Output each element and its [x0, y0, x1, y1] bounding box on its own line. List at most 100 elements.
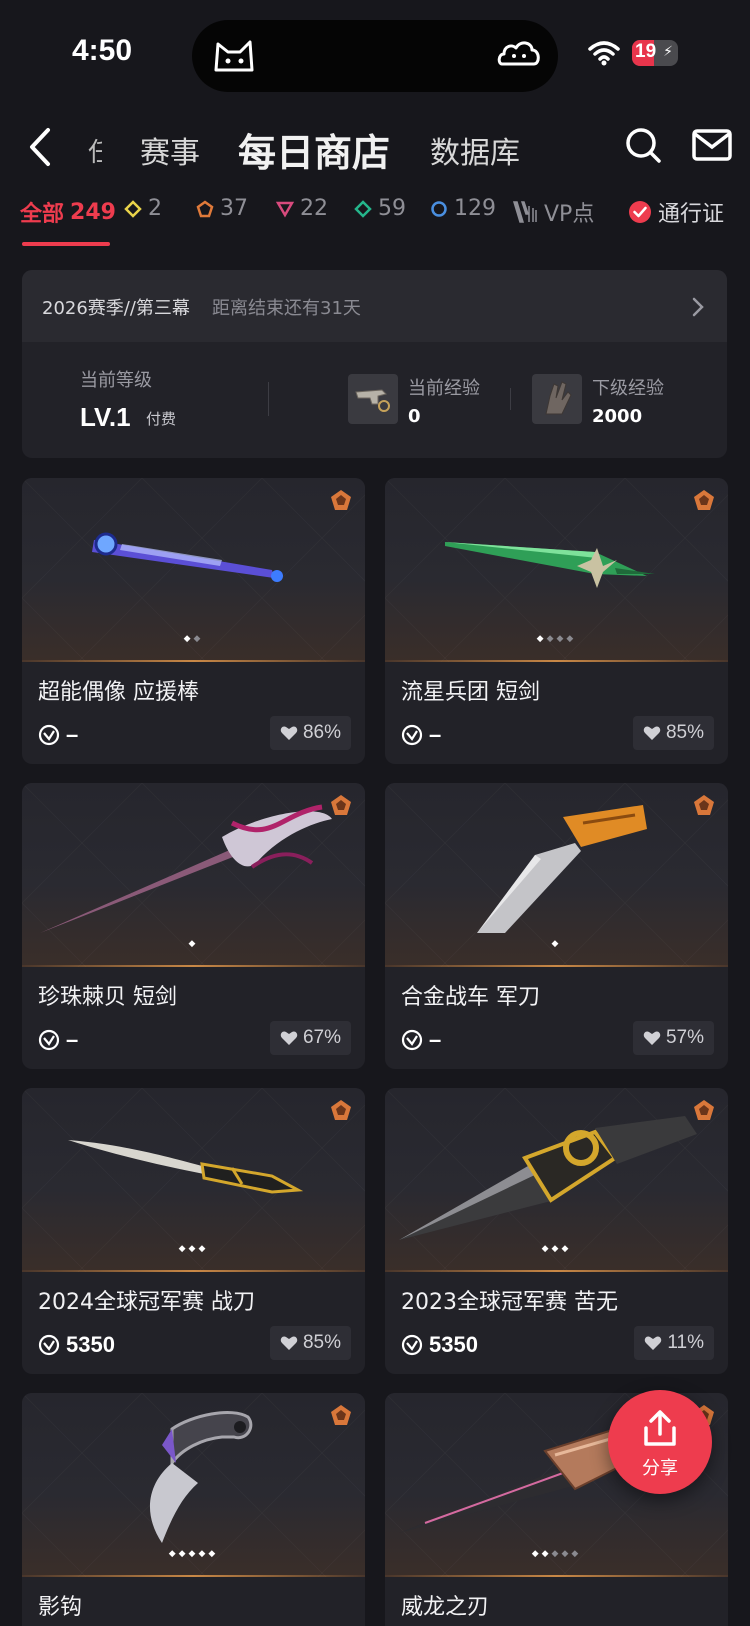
- premium-tier-icon: [694, 795, 714, 815]
- filter-tier-premium[interactable]: 37: [196, 196, 248, 221]
- top-nav: 任 赛事 每日商店 数据库: [0, 110, 750, 186]
- filter-pass-label: 通行证: [658, 202, 725, 227]
- rarity-line: [385, 965, 728, 967]
- item-price: –: [401, 1027, 441, 1053]
- filter-vp-label: VP点: [544, 202, 595, 227]
- like-rate[interactable]: 85%: [632, 716, 714, 750]
- back-arrow-icon[interactable]: [22, 124, 62, 170]
- tab-events[interactable]: 赛事: [140, 128, 200, 172]
- like-rate-value: 85%: [665, 722, 704, 743]
- battery-indicator: 19 ⚡: [632, 40, 678, 66]
- variant-dots: ◆◆◆◆◆: [168, 1549, 219, 1559]
- like-rate[interactable]: 57%: [632, 1021, 714, 1055]
- cat-icon: [214, 40, 254, 72]
- vp-currency-icon: [38, 724, 60, 746]
- item-name: 合金战车 军刀: [401, 985, 540, 1010]
- rarity-line: [385, 1270, 728, 1272]
- variant-dots: ◆◆◆◆◆: [531, 1549, 582, 1559]
- filter-battle-pass[interactable]: 通行证: [628, 196, 724, 228]
- variant-dots: ◆: [188, 939, 199, 949]
- premium-tier-icon: [694, 490, 714, 510]
- season-remaining: 距离结束还有31天: [212, 298, 361, 319]
- active-filter-underline: [22, 242, 110, 246]
- like-rate-value: 85%: [302, 1332, 341, 1353]
- item-name: 流星兵团 短剑: [401, 680, 540, 705]
- status-time: 4:50: [72, 34, 133, 67]
- like-rate[interactable]: 11%: [634, 1326, 714, 1360]
- chevron-right-icon[interactable]: [691, 296, 705, 318]
- wifi-icon: [588, 41, 620, 66]
- variant-dots: ◆◆◆◆: [536, 634, 577, 644]
- variant-dots: ◆◆◆: [541, 1244, 572, 1254]
- heart-icon: [645, 1336, 662, 1350]
- filter-tier-deluxe[interactable]: 59: [354, 196, 406, 221]
- like-rate[interactable]: 67%: [269, 1021, 351, 1055]
- circle-tier-icon: [431, 200, 447, 217]
- filter-vp[interactable]: VP点: [512, 196, 594, 228]
- heart-icon: [280, 1031, 298, 1045]
- like-rate[interactable]: 86%: [269, 716, 351, 750]
- item-price-value: 5350: [429, 1332, 478, 1357]
- vp-currency-icon: [401, 724, 423, 746]
- item-name: 影钩: [38, 1595, 83, 1620]
- heart-icon: [280, 1336, 298, 1350]
- filter-tier-select[interactable]: 129: [430, 196, 496, 221]
- gun-buddy-icon: [355, 389, 390, 412]
- item-name: 超能偶像 应援棒: [38, 680, 199, 705]
- item-price-value: –: [66, 1027, 79, 1052]
- season-pass-panel: 2026赛季//第三幕 距离结束还有31天 当前等级 LV.1 付费 当前经验 …: [22, 270, 727, 458]
- filter-count: 37: [220, 196, 248, 221]
- share-button[interactable]: 分享: [608, 1390, 712, 1494]
- cloud-cat-icon: [497, 41, 540, 66]
- heart-icon: [643, 726, 661, 740]
- item-price: 5350: [401, 1332, 478, 1358]
- rarity-line: [385, 660, 728, 662]
- filter-all-count: 249: [70, 199, 116, 225]
- charging-icon: ⚡: [663, 44, 673, 60]
- heart-icon: [643, 1031, 661, 1045]
- share-label: 分享: [642, 1458, 678, 1479]
- vp-currency-icon: [401, 1334, 423, 1356]
- current-reward-thumbnail: [348, 374, 398, 424]
- filter-count: 59: [378, 196, 406, 221]
- tab-daily-shop[interactable]: 每日商店: [238, 122, 390, 177]
- filter-all[interactable]: 全部 249: [20, 196, 116, 228]
- current-exp-label: 当前经验: [408, 378, 480, 399]
- share-icon: [644, 1410, 676, 1446]
- like-rate[interactable]: 85%: [269, 1326, 351, 1360]
- diamond-tier-icon: [124, 199, 142, 218]
- season-title: 2026赛季//第三幕: [42, 298, 190, 319]
- premium-tier-icon: [331, 490, 351, 510]
- shop-item-card[interactable]: ◆◆◆◆◆ 影钩: [22, 1393, 365, 1626]
- shop-item-card[interactable]: ◆◆ 超能偶像 应援棒 – 86%: [22, 478, 365, 764]
- filter-tier-ultra[interactable]: 22: [276, 196, 328, 221]
- shop-item-card[interactable]: ◆◆◆◆ 流星兵团 短剑 – 85%: [385, 478, 728, 764]
- filter-count: 129: [454, 196, 496, 221]
- tab-database[interactable]: 数据库: [430, 128, 520, 172]
- tab-partial-offscreen[interactable]: 任: [88, 132, 102, 169]
- shop-item-card[interactable]: ◆◆◆ 2024全球冠军赛 战刀 5350 85%: [22, 1088, 365, 1374]
- rarity-line: [22, 965, 365, 967]
- like-rate-value: 57%: [665, 1027, 704, 1048]
- shop-item-card[interactable]: ◆ 合金战车 军刀 – 57%: [385, 783, 728, 1069]
- level-label: 当前等级: [80, 370, 152, 391]
- shop-item-card[interactable]: ◆ 珍珠棘贝 短剑 – 67%: [22, 783, 365, 1069]
- current-exp-value: 0: [408, 406, 421, 427]
- next-reward-thumbnail: [532, 374, 582, 424]
- item-price-value: –: [429, 1027, 442, 1052]
- season-header[interactable]: 2026赛季//第三幕 距离结束还有31天: [22, 270, 727, 342]
- premium-tier-icon: [331, 795, 351, 815]
- rarity-line: [385, 1575, 728, 1577]
- tier-filter-bar: 全部 249 2 37 22 59 129 VP点 通行证: [0, 186, 750, 246]
- paid-badge: 付费: [146, 410, 177, 428]
- rarity-line: [22, 660, 365, 662]
- mail-icon[interactable]: [692, 128, 732, 162]
- check-circle-icon: [629, 201, 651, 223]
- search-icon[interactable]: [624, 126, 664, 166]
- vp-currency-icon: [38, 1029, 60, 1051]
- dynamic-island: [192, 20, 558, 92]
- item-name: 珍珠棘贝 短剑: [38, 985, 177, 1010]
- shop-item-card[interactable]: ◆◆◆ 2023全球冠军赛 苦无 5350 11%: [385, 1088, 728, 1374]
- filter-tier-exclusive[interactable]: 2: [124, 196, 162, 221]
- hexagon-tier-icon: [354, 199, 372, 218]
